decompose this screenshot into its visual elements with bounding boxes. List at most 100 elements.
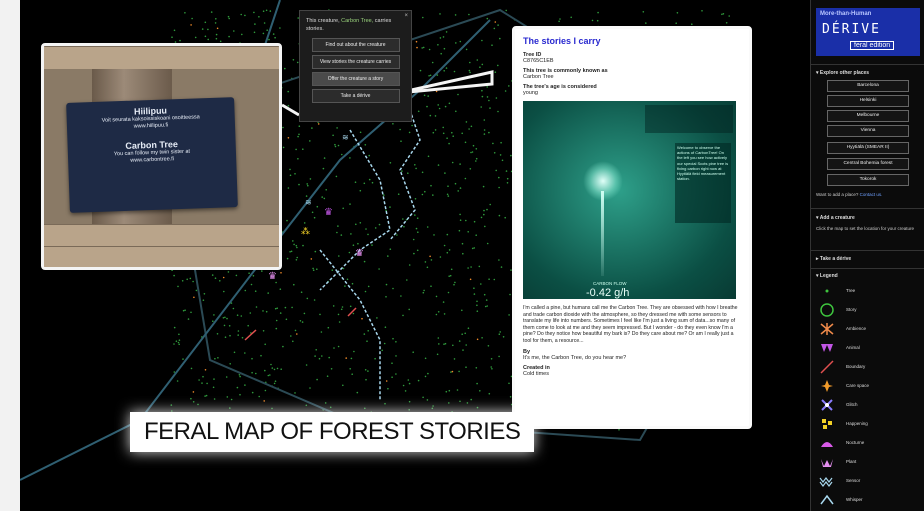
tree-dot xyxy=(173,274,175,277)
tree-dot xyxy=(392,287,394,290)
tree-dot xyxy=(228,35,230,38)
legend-label: Glitch xyxy=(846,402,858,407)
tree-dot xyxy=(212,386,215,389)
tree-dot xyxy=(413,252,415,255)
tree-dot xyxy=(461,132,464,135)
tree-dot xyxy=(323,197,326,200)
tree-dot xyxy=(384,326,387,329)
view-stories-button[interactable]: View stories the creature carries xyxy=(311,55,400,69)
place-button-melbourne[interactable]: Melbourne xyxy=(827,110,909,122)
tree-dot xyxy=(454,281,456,284)
tree-dot xyxy=(307,184,309,187)
map-frame: ⁂ ♛ ♛ ♛ ≋ ≋ Hiilipuu Voit seurata kaksoi… xyxy=(20,0,924,511)
tree-dot xyxy=(492,142,494,145)
tree-dot xyxy=(483,119,486,121)
offer-story-button[interactable]: Offer the creature a story xyxy=(311,72,400,86)
tree-dot xyxy=(504,90,507,92)
tree-dot xyxy=(491,44,493,46)
tree-dot xyxy=(437,311,440,313)
tree-dot xyxy=(328,356,331,359)
tree-dot xyxy=(471,247,474,250)
tree-dot xyxy=(287,137,290,139)
take-derive-header[interactable]: ▸ Take a dérive xyxy=(816,256,851,262)
tree-dot xyxy=(253,31,256,34)
tree-dot xyxy=(407,379,410,381)
whisper-icon[interactable]: ≋ xyxy=(342,133,349,142)
tree-dot xyxy=(316,205,319,208)
tree-dot xyxy=(190,397,192,400)
close-icon[interactable]: × xyxy=(404,13,408,19)
tree-dot xyxy=(497,110,499,113)
plant-icon[interactable]: ♛ xyxy=(268,271,277,282)
tree-dot xyxy=(434,129,437,131)
tree-dot xyxy=(392,337,394,340)
derive-logo[interactable]: More-than-Human DÉRIVE feral edition xyxy=(816,8,920,56)
tree-dot xyxy=(324,402,327,404)
tree-dot xyxy=(203,293,206,295)
tree-dot xyxy=(466,402,469,404)
place-button-helsinki[interactable]: Helsinki xyxy=(827,95,909,107)
tree-dot xyxy=(202,375,204,378)
tree-dot xyxy=(376,317,378,319)
tree-dot xyxy=(295,259,298,261)
place-button-hyytiala[interactable]: Hyytiälä (SMEAR II) xyxy=(827,142,909,154)
tree-dot xyxy=(417,231,419,233)
ambience-icon xyxy=(820,323,834,335)
happening-icon[interactable]: ⁂ xyxy=(301,226,310,236)
tree-dot xyxy=(321,196,324,198)
stories-pointer xyxy=(397,70,494,95)
place-button-central-bohemia[interactable]: Central Bohemia forest xyxy=(827,158,909,170)
tree-dot xyxy=(491,368,493,370)
glitch-icon xyxy=(821,399,833,411)
tree-dot xyxy=(446,233,449,236)
tree-dot xyxy=(442,36,445,38)
tree-dot xyxy=(290,250,293,253)
age-value: young xyxy=(523,90,538,96)
tree-dot xyxy=(215,18,217,20)
tree-dot xyxy=(438,343,440,345)
tree-dot xyxy=(215,37,218,40)
tree-dot xyxy=(173,371,176,373)
tree-dot xyxy=(282,345,284,348)
animal-icon[interactable]: ♛ xyxy=(324,207,333,218)
tree-dot xyxy=(239,375,241,378)
tree-dot xyxy=(235,274,238,277)
tree-dot xyxy=(448,275,451,278)
tree-dot xyxy=(351,373,354,376)
place-button-vienna[interactable]: Vienna xyxy=(827,125,909,137)
tree-dot xyxy=(306,297,309,300)
tree-dot xyxy=(438,107,441,110)
tree-dot xyxy=(455,42,457,44)
tree-dot xyxy=(271,367,274,369)
tree-dot xyxy=(469,168,472,170)
tree-dot xyxy=(341,306,344,308)
explore-header[interactable]: ▾ Explore other places xyxy=(816,70,869,76)
place-button-barcelona[interactable]: Barcelona xyxy=(827,80,909,92)
place-button-tokorok[interactable]: Tokorok xyxy=(827,174,909,186)
tree-dot xyxy=(478,265,481,268)
tree-dot xyxy=(476,310,479,313)
tree-dot xyxy=(232,307,235,310)
tree-dot xyxy=(490,358,493,360)
tree-dot xyxy=(475,148,478,150)
tree-dot xyxy=(444,342,447,345)
tree-dot xyxy=(295,148,297,151)
legend-header[interactable]: ▾ Legend xyxy=(816,273,838,279)
tree-dot xyxy=(461,242,464,245)
add-creature-header[interactable]: ▾ Add a creature xyxy=(816,215,855,221)
take-derive-button[interactable]: Take a dérive xyxy=(311,89,400,103)
tree-dot xyxy=(400,295,402,297)
tree-dot xyxy=(262,10,265,12)
find-out-button[interactable]: Find out about the creature xyxy=(311,38,400,52)
tree-dot xyxy=(342,384,344,387)
tree-dot xyxy=(191,17,193,20)
tree-dot xyxy=(501,159,504,162)
contact-us-link[interactable]: Contact us. xyxy=(860,192,883,197)
sensor-icon[interactable]: ≋ xyxy=(305,198,312,207)
tree-dot xyxy=(596,19,599,22)
plant-icon-2[interactable]: ♛ xyxy=(355,248,364,259)
tree-dot xyxy=(267,292,269,294)
tree-dot xyxy=(480,216,483,219)
tree-dot xyxy=(439,13,441,15)
tree-dot xyxy=(240,13,242,16)
